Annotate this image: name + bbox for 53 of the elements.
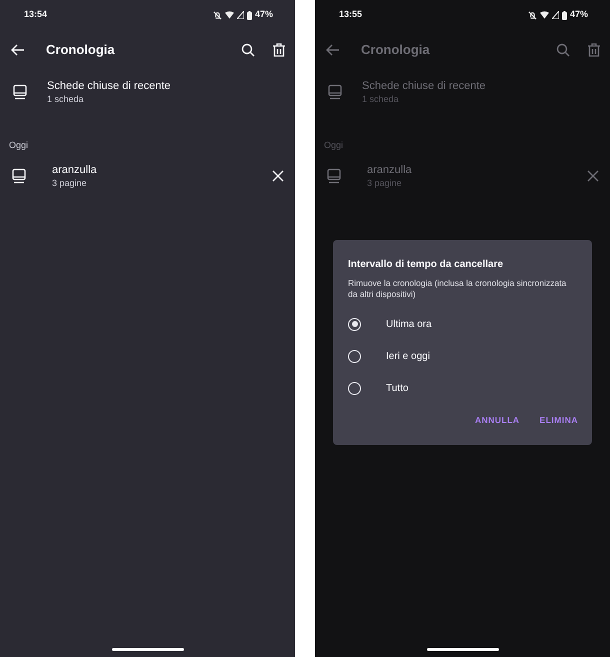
battery-level: 47% bbox=[570, 8, 588, 22]
mute-icon bbox=[212, 10, 222, 20]
trash-icon bbox=[273, 43, 285, 57]
tab-icon bbox=[12, 84, 28, 100]
option-label: Ultima ora bbox=[386, 318, 432, 332]
screen-title: Cronologia bbox=[46, 41, 115, 60]
tab-icon bbox=[327, 84, 343, 100]
screen-title: Cronologia bbox=[361, 41, 430, 60]
history-row[interactable]: aranzulla 3 pagine bbox=[0, 162, 295, 190]
row-title: aranzulla bbox=[52, 163, 98, 177]
tab-icon bbox=[11, 168, 27, 184]
battery-icon bbox=[562, 10, 567, 20]
battery-level: 47% bbox=[254, 8, 273, 22]
back-arrow-icon bbox=[326, 44, 340, 56]
wifi-icon bbox=[224, 11, 234, 19]
signal-icon bbox=[236, 11, 244, 19]
history-row[interactable]: aranzulla 3 pagine bbox=[315, 162, 610, 190]
close-icon bbox=[272, 170, 284, 182]
row-subtitle: 3 pagine bbox=[367, 177, 403, 189]
search-icon bbox=[556, 43, 570, 57]
mute-icon bbox=[528, 10, 537, 20]
option-label: Tutto bbox=[386, 382, 408, 396]
row-subtitle: 1 scheda bbox=[362, 93, 400, 105]
back-button[interactable] bbox=[10, 42, 26, 58]
radio-option[interactable]: Tutto bbox=[333, 372, 592, 404]
search-button[interactable] bbox=[241, 43, 255, 57]
radio-button[interactable] bbox=[348, 382, 361, 394]
recent-tabs-row[interactable]: Schede chiuse di recente 1 scheda bbox=[0, 70, 295, 114]
row-title: aranzulla bbox=[367, 163, 413, 177]
status-time: 13:54 bbox=[24, 8, 48, 22]
row-subtitle: 1 scheda bbox=[47, 93, 85, 105]
status-time: 13:55 bbox=[339, 8, 362, 22]
option-label: Ieri e oggi bbox=[386, 350, 430, 364]
dialog-message: Rimuove la cronologia (inclusa la cronologia sincronizzata da altri dispositivi) bbox=[347, 278, 568, 300]
row-title: Schede chiuse di recente bbox=[362, 79, 486, 93]
back-arrow-icon bbox=[11, 44, 25, 56]
signal-icon bbox=[552, 11, 559, 19]
trash-icon bbox=[588, 43, 600, 57]
radio-button[interactable] bbox=[348, 318, 361, 330]
search-icon bbox=[241, 43, 255, 57]
wifi-icon bbox=[540, 11, 549, 19]
row-subtitle: 3 pagine bbox=[52, 177, 88, 189]
battery-icon bbox=[246, 10, 252, 20]
close-icon bbox=[587, 170, 599, 182]
radio-option[interactable]: Ieri e oggi bbox=[333, 340, 592, 372]
section-header: Oggi bbox=[324, 140, 344, 150]
section-header: Oggi bbox=[9, 140, 28, 150]
radio-option[interactable]: Ultima ora bbox=[333, 308, 592, 340]
radio-button[interactable] bbox=[348, 350, 361, 362]
tab-icon bbox=[326, 168, 342, 184]
dialog-title: Intervallo di tempo da cancellare bbox=[347, 258, 504, 272]
row-title: Schede chiuse di recente bbox=[47, 79, 171, 93]
recent-tabs-row[interactable]: Schede chiuse di recente 1 scheda bbox=[315, 70, 610, 114]
